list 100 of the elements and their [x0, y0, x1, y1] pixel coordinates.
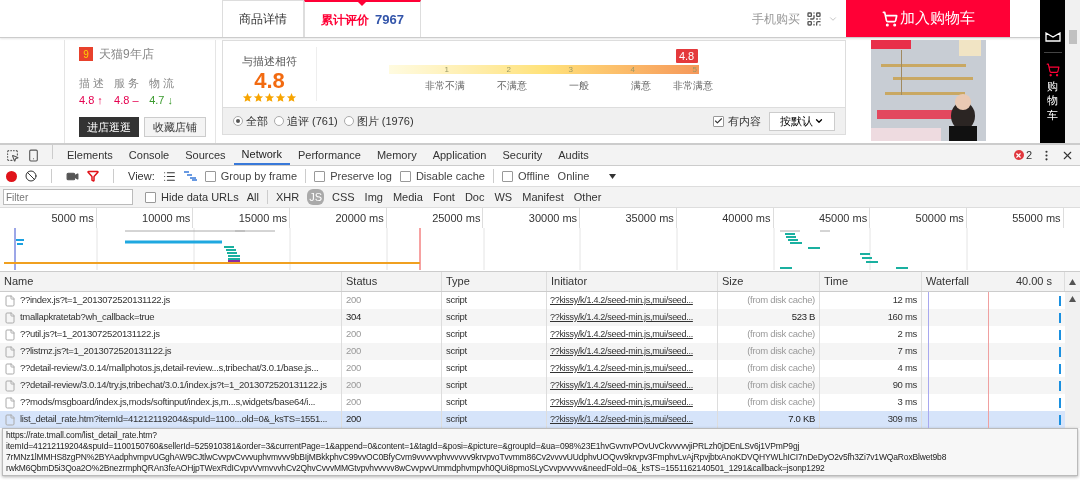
column-header[interactable]: Initiator	[551, 273, 588, 290]
checkbox-label: Offline	[518, 168, 550, 184]
request-type: script	[446, 395, 467, 410]
checkbox[interactable]	[713, 115, 724, 127]
request-time: 90 ms	[892, 378, 917, 393]
request-type: script	[446, 310, 467, 325]
type-filter[interactable]: XHR	[273, 188, 302, 206]
radio-button[interactable]	[274, 116, 284, 126]
devtools-tab[interactable]: Security	[494, 145, 551, 165]
request-time: 4 ms	[897, 361, 917, 376]
star-icon	[264, 91, 275, 103]
time-tick: 45000 ms	[818, 210, 868, 226]
devtools-tab[interactable]: Audits	[550, 145, 597, 165]
type-filter[interactable]: WS	[492, 188, 515, 206]
checkbox[interactable]	[502, 170, 513, 182]
add-to-cart-button[interactable]: 加入购物车	[846, 0, 1010, 37]
waterfall-view-icon[interactable]	[183, 171, 197, 181]
waterfall-scale: 40.00 s	[1015, 274, 1052, 290]
type-filter[interactable]: All	[244, 188, 261, 206]
inspect-icon[interactable]	[6, 148, 19, 162]
scale-number: 1	[443, 65, 450, 74]
request-size: 7.0 KB	[788, 412, 815, 427]
checkbox[interactable]	[145, 191, 156, 203]
request-name: ??mods/msgboard/index.js,mods/softinput/index.js,m...s,widgets/base64/i...	[20, 395, 316, 410]
column-header[interactable]: Status	[346, 273, 378, 290]
type-filter[interactable]: Doc	[462, 188, 487, 206]
initiator-link[interactable]: ??kissy/k/1.4.2/seed-min.js,mui/seed...	[550, 310, 693, 325]
cart-label[interactable]: 购物车	[1047, 79, 1058, 122]
initiator-link[interactable]: ??kissy/k/1.4.2/seed-min.js,mui/seed...	[550, 361, 693, 376]
type-filter[interactable]: Img	[362, 188, 385, 206]
sort-up-icon[interactable]	[1069, 278, 1076, 285]
column-header[interactable]: Name	[4, 273, 34, 290]
column-header[interactable]: Type	[446, 273, 470, 290]
request-time: 160 ms	[887, 310, 917, 325]
scale-label: 不满意	[497, 79, 527, 93]
status-code: 200	[346, 344, 361, 359]
record-icon[interactable]	[6, 170, 17, 182]
initiator-link[interactable]: ??kissy/k/1.4.2/seed-min.js,mui/seed...	[550, 327, 693, 342]
scale-label: 一般	[569, 79, 589, 93]
initiator-link[interactable]: ??kissy/k/1.4.2/seed-min.js,mui/seed...	[550, 395, 693, 410]
request-row[interactable]: tmallapkratetab?wh_callback=true 304 script ??kissy/k/1.4.2/seed-min.js,mui/seed... 523 B 160 ms	[0, 309, 1065, 326]
throttle-dropdown[interactable]: Online	[557, 167, 617, 185]
type-filter[interactable]: Manifest	[520, 188, 566, 206]
request-name: ??util.js?t=1_2013072520131122.js	[20, 327, 160, 342]
devtools-tab[interactable]: Elements	[59, 145, 121, 165]
tab[interactable]: 累计评价 7967	[304, 0, 421, 37]
radio-button[interactable]	[233, 116, 243, 126]
sort-dropdown[interactable]: 按默认	[769, 111, 835, 131]
request-row[interactable]: list_detail_rate.htm?itemId=41212119204&spuId=1100...old=0&_ksTS=1551... 200 script ??kissy/k/1.4.2/seed-min.js,mui/seed... 7.0 KB 309 ms	[0, 411, 1065, 428]
initiator-link[interactable]: ??kissy/k/1.4.2/seed-min.js,mui/seed...	[550, 293, 693, 308]
view-label: View:	[128, 168, 155, 184]
filter-label: 追评 (761)	[287, 113, 338, 129]
checkbox[interactable]	[399, 170, 411, 182]
filter-icon[interactable]	[87, 170, 99, 182]
tooltip-line: rwkM6QbmD5i3Qoa2O%2BnezrmphQRAn3feAOHjpTWexRdICvpvVvmvvvhCv2QhvCvvvMMGtvpvhvvvvv8wCvvpvvUmmdphvmpvh0QUi8pmoSLyCvvpvvvvv&needFold=0&_ksTS=1551162140501_1291&callback=jsonp1292	[6, 463, 825, 474]
tooltip-line: https://rate.tmall.com/list_detail_rate.htm?	[6, 430, 157, 441]
type-filter[interactable]: Other	[571, 188, 604, 206]
clear-icon[interactable]	[25, 170, 37, 182]
initiator-link[interactable]: ??kissy/k/1.4.2/seed-min.js,mui/seed...	[550, 378, 693, 393]
file-icon	[4, 328, 16, 341]
column-header[interactable]: Size	[722, 273, 744, 290]
devtools-tab[interactable]: Application	[424, 145, 495, 165]
filter-label: 图片 (1976)	[356, 113, 414, 129]
scale-number: 3	[567, 65, 574, 74]
column-header[interactable]: Waterfall	[926, 273, 969, 290]
initiator-link[interactable]: ??kissy/k/1.4.2/seed-min.js,mui/seed...	[550, 412, 693, 427]
score-label: 物 流	[149, 76, 175, 91]
radio-button[interactable]	[343, 116, 354, 126]
scale-label: 非常不满	[425, 79, 465, 93]
type-filter[interactable]: Media	[390, 188, 425, 206]
scroll-up-icon[interactable]	[1069, 296, 1076, 302]
devtools-tab[interactable]: Console	[120, 145, 178, 165]
checkbox-label: Group by frame	[220, 168, 298, 184]
time-tick: 25000 ms	[432, 210, 481, 226]
request-size: 523 B	[791, 310, 815, 325]
type-filter[interactable]: Font	[430, 188, 457, 206]
chevron-down-icon	[814, 116, 824, 126]
scale-label: 非常满意	[673, 79, 713, 93]
type-filter[interactable]: CSS	[329, 188, 357, 206]
envelope-icon[interactable]	[1044, 32, 1061, 42]
devtools-tab[interactable]: Memory	[368, 145, 425, 165]
checkbox[interactable]	[204, 170, 216, 182]
scale-number: 2	[505, 65, 512, 74]
devtools-tab[interactable]: Performance	[289, 145, 369, 165]
initiator-link[interactable]: ??kissy/k/1.4.2/seed-min.js,mui/seed...	[550, 344, 693, 359]
cart-icon[interactable]	[1045, 63, 1060, 77]
time-tick: 5000 ms	[51, 210, 94, 226]
error-count[interactable]: 2	[1025, 146, 1032, 164]
devtools-tab[interactable]: Sources	[177, 145, 234, 165]
checkbox[interactable]	[314, 170, 326, 182]
store-button[interactable]: 收藏店铺	[144, 117, 206, 137]
device-icon[interactable]	[27, 148, 40, 162]
list-view-icon[interactable]	[162, 169, 176, 183]
filter-field[interactable]: Filter	[3, 189, 133, 205]
column-header[interactable]: Time	[824, 273, 849, 290]
checkbox-label: Preserve log	[330, 168, 392, 184]
tab[interactable]: 商品详情	[222, 0, 304, 37]
request-row[interactable]: ??detail-review/3.0.14/try.js,tribechat/3.0.1/index.js?t=1_2013072520131122.js 200 script ??kissy/k/1.4.2/seed-min.js,mui/seed... (from disk cache) 90 ms	[0, 377, 1065, 394]
request-row[interactable]: ??listmz.js?t=1_2013072520131122.js 200 script ??kissy/k/1.4.2/seed-min.js,mui/seed... (from disk cache) 7 ms	[0, 343, 1065, 360]
store-button[interactable]: 进店逛逛	[79, 117, 139, 137]
